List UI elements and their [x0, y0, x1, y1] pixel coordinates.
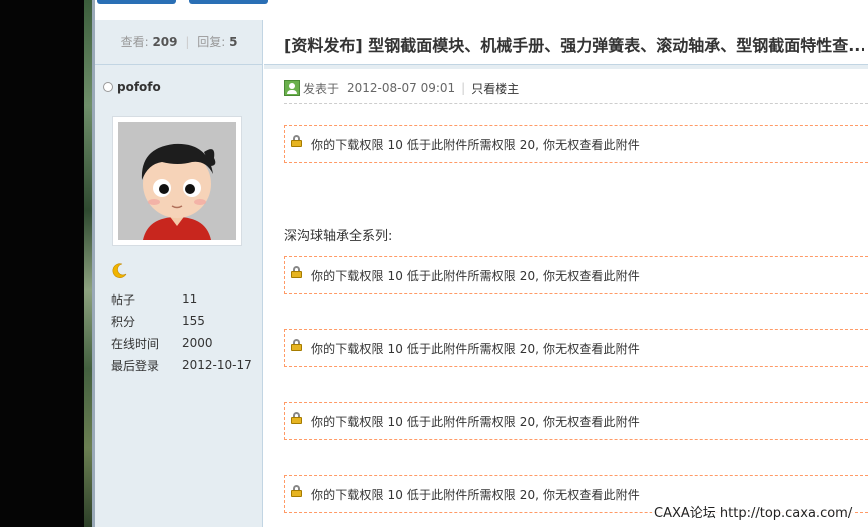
stat-label: 帖子	[111, 292, 136, 307]
meta-separator: |	[461, 81, 466, 95]
author-sidebar: 查看: 209 | 回复: 5 pofofo 帖子 11 积分 155 在线时间…	[95, 20, 263, 527]
lock-icon	[291, 412, 302, 424]
moon-icon	[112, 262, 128, 281]
posted-prefix: 发表于	[303, 81, 340, 96]
stat-value: 155	[182, 314, 205, 328]
desktop-wallpaper-strip	[84, 0, 95, 527]
stat-value[interactable]: 11	[182, 292, 197, 306]
post-meta: 发表于 2012-08-07 09:01 | 只看楼主	[284, 80, 519, 96]
stat-value: 2000	[182, 336, 213, 350]
locked-attachment-notice: 你的下载权限 10 低于此附件所需权限 20, 你无权查看此附件	[284, 402, 868, 440]
author-username[interactable]: pofofo	[117, 80, 161, 94]
locked-notice-text: 你的下载权限 10 低于此附件所需权限 20, 你无权查看此附件	[311, 137, 640, 152]
author-stat-row: 帖子 11	[111, 288, 252, 310]
site-watermark: CAXA论坛 http://top.caxa.com/	[652, 502, 855, 521]
author-stats: 帖子 11 积分 155 在线时间 2000 最后登录 2012-10-17	[111, 288, 252, 376]
online-user-icon	[284, 80, 300, 96]
replies-label: 回复:	[197, 35, 226, 49]
cartoon-boy-avatar-icon	[118, 122, 236, 240]
avatar[interactable]	[112, 116, 242, 246]
thread-title-bar: [资料发布] 型钢截面模块、机械手册、强力弹簧表、滚动轴承、型钢截面特性查...	[264, 20, 868, 65]
post-timestamp: 2012-08-07 09:01	[347, 81, 456, 95]
lock-icon	[291, 339, 302, 351]
author-name-row: pofofo	[103, 80, 161, 94]
nav-button-right[interactable]	[189, 0, 268, 4]
section-heading: 深沟球轴承全系列:	[284, 229, 393, 244]
locked-notice-text: 你的下载权限 10 低于此附件所需权限 20, 你无权查看此附件	[311, 268, 640, 283]
avatar-image	[118, 122, 236, 240]
stat-value: 2012-10-17	[182, 358, 252, 372]
page-title[interactable]: [资料发布] 型钢截面模块、机械手册、强力弹簧表、滚动轴承、型钢截面特性查...	[284, 32, 864, 56]
lock-icon	[291, 135, 302, 147]
locked-notice-text: 你的下载权限 10 低于此附件所需权限 20, 你无权查看此附件	[311, 414, 640, 429]
locked-notice-text: 你的下载权限 10 低于此附件所需权限 20, 你无权查看此附件	[311, 487, 640, 502]
views-count: 209	[152, 35, 178, 49]
thread-stats: 查看: 209 | 回复: 5	[95, 20, 263, 65]
stat-label: 积分	[111, 314, 136, 329]
stat-label: 最后登录	[111, 358, 160, 373]
post-divider	[284, 103, 868, 104]
lock-icon	[291, 266, 302, 278]
lock-icon	[291, 485, 302, 497]
stats-separator: |	[185, 35, 190, 49]
desktop-background	[0, 0, 84, 527]
author-stat-row: 在线时间 2000	[111, 332, 252, 354]
views-label: 查看:	[120, 35, 149, 49]
locked-attachment-notice: 你的下载权限 10 低于此附件所需权限 20, 你无权查看此附件	[284, 329, 868, 367]
replies-count: 5	[229, 35, 238, 49]
author-stat-row: 积分 155	[111, 310, 252, 332]
stat-label: 在线时间	[111, 336, 160, 351]
locked-attachment-notice: 你的下载权限 10 低于此附件所需权限 20, 你无权查看此附件	[284, 125, 868, 163]
nav-button-left[interactable]	[97, 0, 176, 4]
only-author-link[interactable]: 只看楼主	[471, 80, 519, 97]
locked-notice-text: 你的下载权限 10 低于此附件所需权限 20, 你无权查看此附件	[311, 341, 640, 356]
locked-attachment-notice: 你的下载权限 10 低于此附件所需权限 20, 你无权查看此附件	[284, 256, 868, 294]
author-stat-row: 最后登录 2012-10-17	[111, 354, 252, 376]
title-divider	[264, 65, 868, 69]
offline-status-icon	[103, 82, 113, 92]
